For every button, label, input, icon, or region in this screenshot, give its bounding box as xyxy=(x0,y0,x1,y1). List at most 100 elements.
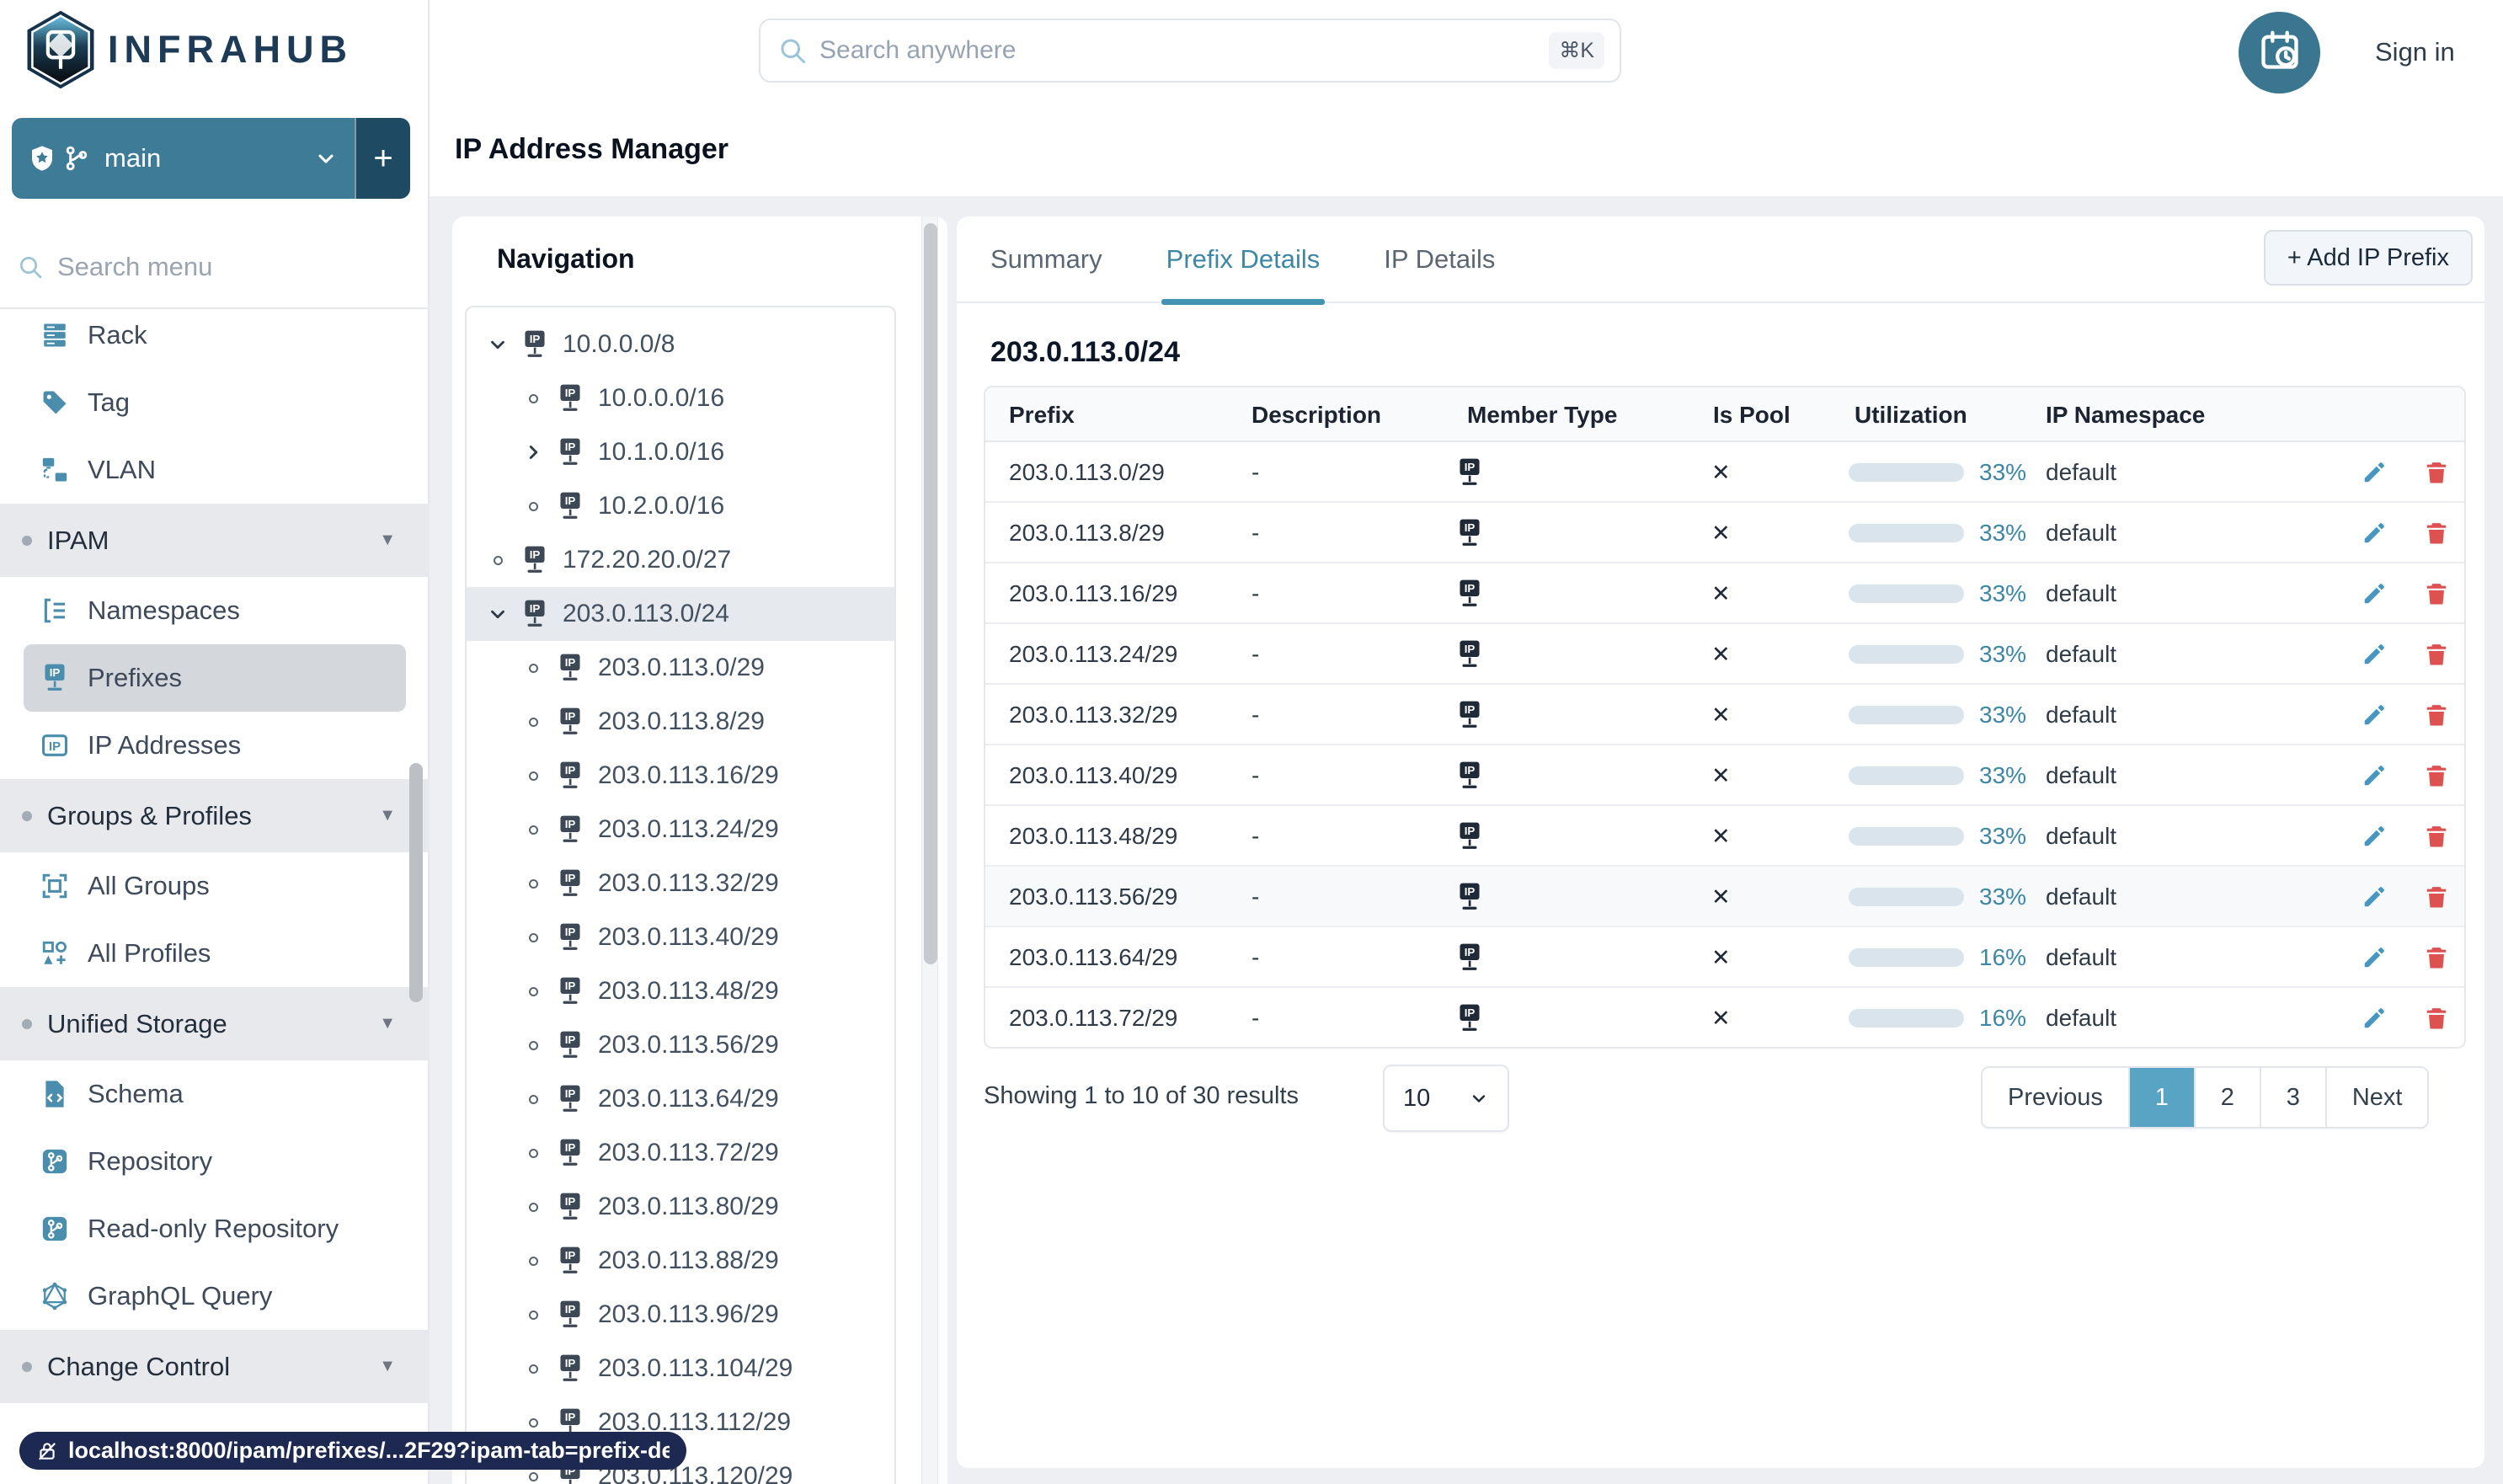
page-size-select[interactable]: 10 xyxy=(1383,1065,1509,1132)
pencil-icon[interactable] xyxy=(2362,824,2387,849)
chevron-right-icon[interactable] xyxy=(520,440,546,465)
tree-item-203-0-113-8-29[interactable]: IP 203.0.113.8/29 xyxy=(467,695,894,749)
pencil-icon[interactable] xyxy=(2362,702,2387,728)
sidebar-item-tag[interactable]: Tag xyxy=(0,369,430,436)
sidebar-section-change-control[interactable]: Change Control ▼ xyxy=(0,1330,430,1403)
pencil-icon[interactable] xyxy=(2362,520,2387,546)
table-row-203-0-113-56-29[interactable]: 203.0.113.56/29 - IP ✕ 33% default xyxy=(985,867,2464,927)
trash-icon[interactable] xyxy=(2424,1006,2449,1031)
navigation-scrollbar[interactable] xyxy=(924,223,937,964)
tab-summary[interactable]: Summary xyxy=(990,216,1102,302)
tree-item-203-0-113-32-29[interactable]: IP 203.0.113.32/29 xyxy=(467,857,894,910)
tree-item-203-0-113-64-29[interactable]: IP 203.0.113.64/29 xyxy=(467,1072,894,1126)
sidebar-item-all-groups[interactable]: All Groups xyxy=(0,852,430,920)
tree-item-203-0-113-88-29[interactable]: IP 203.0.113.88/29 xyxy=(467,1234,894,1288)
tree-item-203-0-113-72-29[interactable]: IP 203.0.113.72/29 xyxy=(467,1126,894,1180)
pencil-icon[interactable] xyxy=(2362,581,2387,606)
trash-icon[interactable] xyxy=(2424,460,2449,485)
page-button-1[interactable]: 1 xyxy=(2129,1068,2196,1127)
trash-icon[interactable] xyxy=(2424,702,2449,728)
sidebar-scrollbar[interactable] xyxy=(409,763,423,1002)
sidebar-item-ip-addresses[interactable]: IP IP Addresses xyxy=(0,712,430,779)
search-menu-input[interactable] xyxy=(57,251,377,282)
page-button-2[interactable]: 2 xyxy=(2195,1068,2261,1127)
sidebar-item-all-profiles[interactable]: All Profiles xyxy=(0,920,430,987)
table-row-203-0-113-0-29[interactable]: 203.0.113.0/29 - IP ✕ 33% default xyxy=(985,442,2464,503)
cell-description: - xyxy=(1252,1005,1260,1031)
table-row-203-0-113-24-29[interactable]: 203.0.113.24/29 - IP ✕ 33% default xyxy=(985,624,2464,685)
page-button-3[interactable]: 3 xyxy=(2260,1068,2327,1127)
branch-selector-main[interactable]: main xyxy=(12,118,355,199)
tree-item-203-0-113-96-29[interactable]: IP 203.0.113.96/29 xyxy=(467,1288,894,1342)
sidebar-section-unified-storage[interactable]: Unified Storage ▼ xyxy=(0,987,430,1060)
tab-prefix-details[interactable]: Prefix Details xyxy=(1161,216,1325,305)
trash-icon[interactable] xyxy=(2424,581,2449,606)
utilization-bar xyxy=(1849,463,1964,482)
pencil-icon[interactable] xyxy=(2362,1006,2387,1031)
sidebar-item-vlan[interactable]: VLAN xyxy=(0,436,430,504)
pencil-icon[interactable] xyxy=(2362,642,2387,667)
infrahub-logo[interactable]: INFRAHUB xyxy=(25,9,353,90)
pencil-icon[interactable] xyxy=(2362,945,2387,970)
table-row-203-0-113-64-29[interactable]: 203.0.113.64/29 - IP ✕ 16% default xyxy=(985,927,2464,988)
sidebar-item-schema[interactable]: Schema xyxy=(0,1060,430,1128)
add-ip-prefix-button[interactable]: + Add IP Prefix xyxy=(2263,230,2473,286)
pencil-icon[interactable] xyxy=(2362,884,2387,910)
tree-item-172-20-20-0-27[interactable]: IP 172.20.20.0/27 xyxy=(467,533,894,587)
sign-in-link[interactable]: Sign in xyxy=(2375,37,2455,67)
table-row-203-0-113-16-29[interactable]: 203.0.113.16/29 - IP ✕ 33% default xyxy=(985,563,2464,624)
global-search[interactable]: ⌘K xyxy=(759,19,1621,83)
sidebar-item-read-only-repository[interactable]: Read-only Repository xyxy=(0,1195,430,1262)
tree-item-10-0-0-0-8[interactable]: IP 10.0.0.0/8 xyxy=(467,318,894,371)
pencil-icon[interactable] xyxy=(2362,460,2387,485)
tree-item-10-0-0-0-16[interactable]: IP 10.0.0.0/16 xyxy=(467,371,894,425)
groups-icon xyxy=(40,872,69,900)
table-row-203-0-113-48-29[interactable]: 203.0.113.48/29 - IP ✕ 33% default xyxy=(985,806,2464,867)
table-row-203-0-113-8-29[interactable]: 203.0.113.8/29 - IP ✕ 33% default xyxy=(985,503,2464,563)
next-page-button[interactable]: Next xyxy=(2326,1068,2428,1127)
previous-page-button[interactable]: Previous xyxy=(1983,1068,2130,1127)
sidebar-section-ipam[interactable]: IPAM ▼ xyxy=(0,504,430,577)
sidebar-item-graphql-query[interactable]: GraphQL Query xyxy=(0,1262,430,1330)
trash-icon[interactable] xyxy=(2424,520,2449,546)
column-header-utilization: Utilization xyxy=(1855,401,1967,428)
add-branch-button[interactable]: + xyxy=(355,118,410,199)
tree-item-203-0-113-48-29[interactable]: IP 203.0.113.48/29 xyxy=(467,964,894,1018)
trash-icon[interactable] xyxy=(2424,884,2449,910)
tree-item-203-0-113-0-29[interactable]: IP 203.0.113.0/29 xyxy=(467,641,894,695)
ip-sign-icon: IP xyxy=(1457,624,1486,685)
tree-item-203-0-113-80-29[interactable]: IP 203.0.113.80/29 xyxy=(467,1180,894,1234)
chevron-down-icon[interactable] xyxy=(485,332,510,357)
time-travel-button[interactable] xyxy=(2239,12,2320,93)
tree-item-203-0-113-104-29[interactable]: IP 203.0.113.104/29 xyxy=(467,1342,894,1396)
menu-search[interactable] xyxy=(0,226,430,309)
trash-icon[interactable] xyxy=(2424,763,2449,788)
tab-ip-details[interactable]: IP Details xyxy=(1384,216,1495,302)
table-row-203-0-113-32-29[interactable]: 203.0.113.32/29 - IP ✕ 33% default xyxy=(985,685,2464,745)
sidebar-item-label: Prefixes xyxy=(88,663,182,692)
tree-item-203-0-113-0-24[interactable]: IP 203.0.113.0/24 xyxy=(467,587,894,641)
table-row-203-0-113-40-29[interactable]: 203.0.113.40/29 - IP ✕ 33% default xyxy=(985,745,2464,806)
tree-item-10-1-0-0-16[interactable]: IP 10.1.0.0/16 xyxy=(467,425,894,479)
sidebar-item-rack[interactable]: Rack xyxy=(0,302,430,369)
chevron-down-icon[interactable] xyxy=(485,601,510,627)
tree-item-203-0-113-16-29[interactable]: IP 203.0.113.16/29 xyxy=(467,749,894,803)
ip-sign-icon: IP xyxy=(558,654,583,682)
trash-icon[interactable] xyxy=(2424,642,2449,667)
table-row-203-0-113-72-29[interactable]: 203.0.113.72/29 - IP ✕ 16% default xyxy=(985,988,2464,1049)
trash-icon[interactable] xyxy=(2424,945,2449,970)
tree-item-203-0-113-56-29[interactable]: IP 203.0.113.56/29 xyxy=(467,1018,894,1072)
pencil-icon[interactable] xyxy=(2362,763,2387,788)
tree-item-203-0-113-40-29[interactable]: IP 203.0.113.40/29 xyxy=(467,910,894,964)
trash-icon[interactable] xyxy=(2424,824,2449,849)
sidebar-section-groups-profiles[interactable]: Groups & Profiles ▼ xyxy=(0,779,430,852)
branch-selector[interactable]: main + xyxy=(12,118,410,199)
tree-item-203-0-113-24-29[interactable]: IP 203.0.113.24/29 xyxy=(467,803,894,857)
search-anywhere-input[interactable] xyxy=(819,36,1550,65)
sidebar-item-repository[interactable]: Repository xyxy=(0,1128,430,1195)
leaf-dot-icon xyxy=(520,1194,546,1220)
tree-item-10-2-0-0-16[interactable]: IP 10.2.0.0/16 xyxy=(467,479,894,533)
sidebar-item-namespaces[interactable]: Namespaces xyxy=(0,577,430,644)
sidebar-item-prefixes[interactable]: IP Prefixes xyxy=(24,644,406,712)
cell-namespace: default xyxy=(2046,762,2117,788)
